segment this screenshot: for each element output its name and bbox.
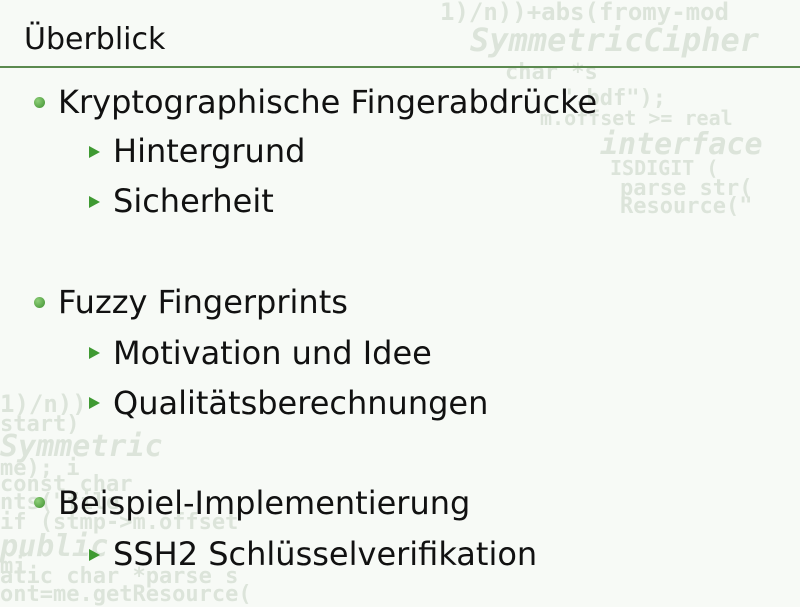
outline-subitem-label: Qualitätsberechnungen: [113, 384, 489, 422]
triangle-bullet-icon: [89, 146, 100, 158]
outline-item-label: Kryptographische Fingerabdrücke: [58, 83, 598, 121]
outline-subitem-label: Hintergrund: [113, 132, 306, 170]
outline-subitem-label: Sicherheit: [113, 182, 274, 220]
outline-item-label: Beispiel-Implementierung: [58, 484, 471, 522]
triangle-bullet-icon: [89, 347, 100, 359]
round-bullet-icon: [34, 497, 45, 508]
outline-subitem-label: Motivation und Idee: [113, 334, 432, 372]
outline-subitem-label: SSH2 Schlüsselverifikation: [113, 535, 538, 573]
triangle-bullet-icon: [89, 196, 100, 208]
outline-list: Kryptographische Fingerabdrücke Hintergr…: [0, 0, 800, 600]
triangle-bullet-icon: [89, 397, 100, 409]
triangle-bullet-icon: [89, 549, 100, 561]
round-bullet-icon: [34, 297, 45, 308]
round-bullet-icon: [34, 97, 45, 108]
outline-item-label: Fuzzy Fingerprints: [58, 283, 348, 321]
